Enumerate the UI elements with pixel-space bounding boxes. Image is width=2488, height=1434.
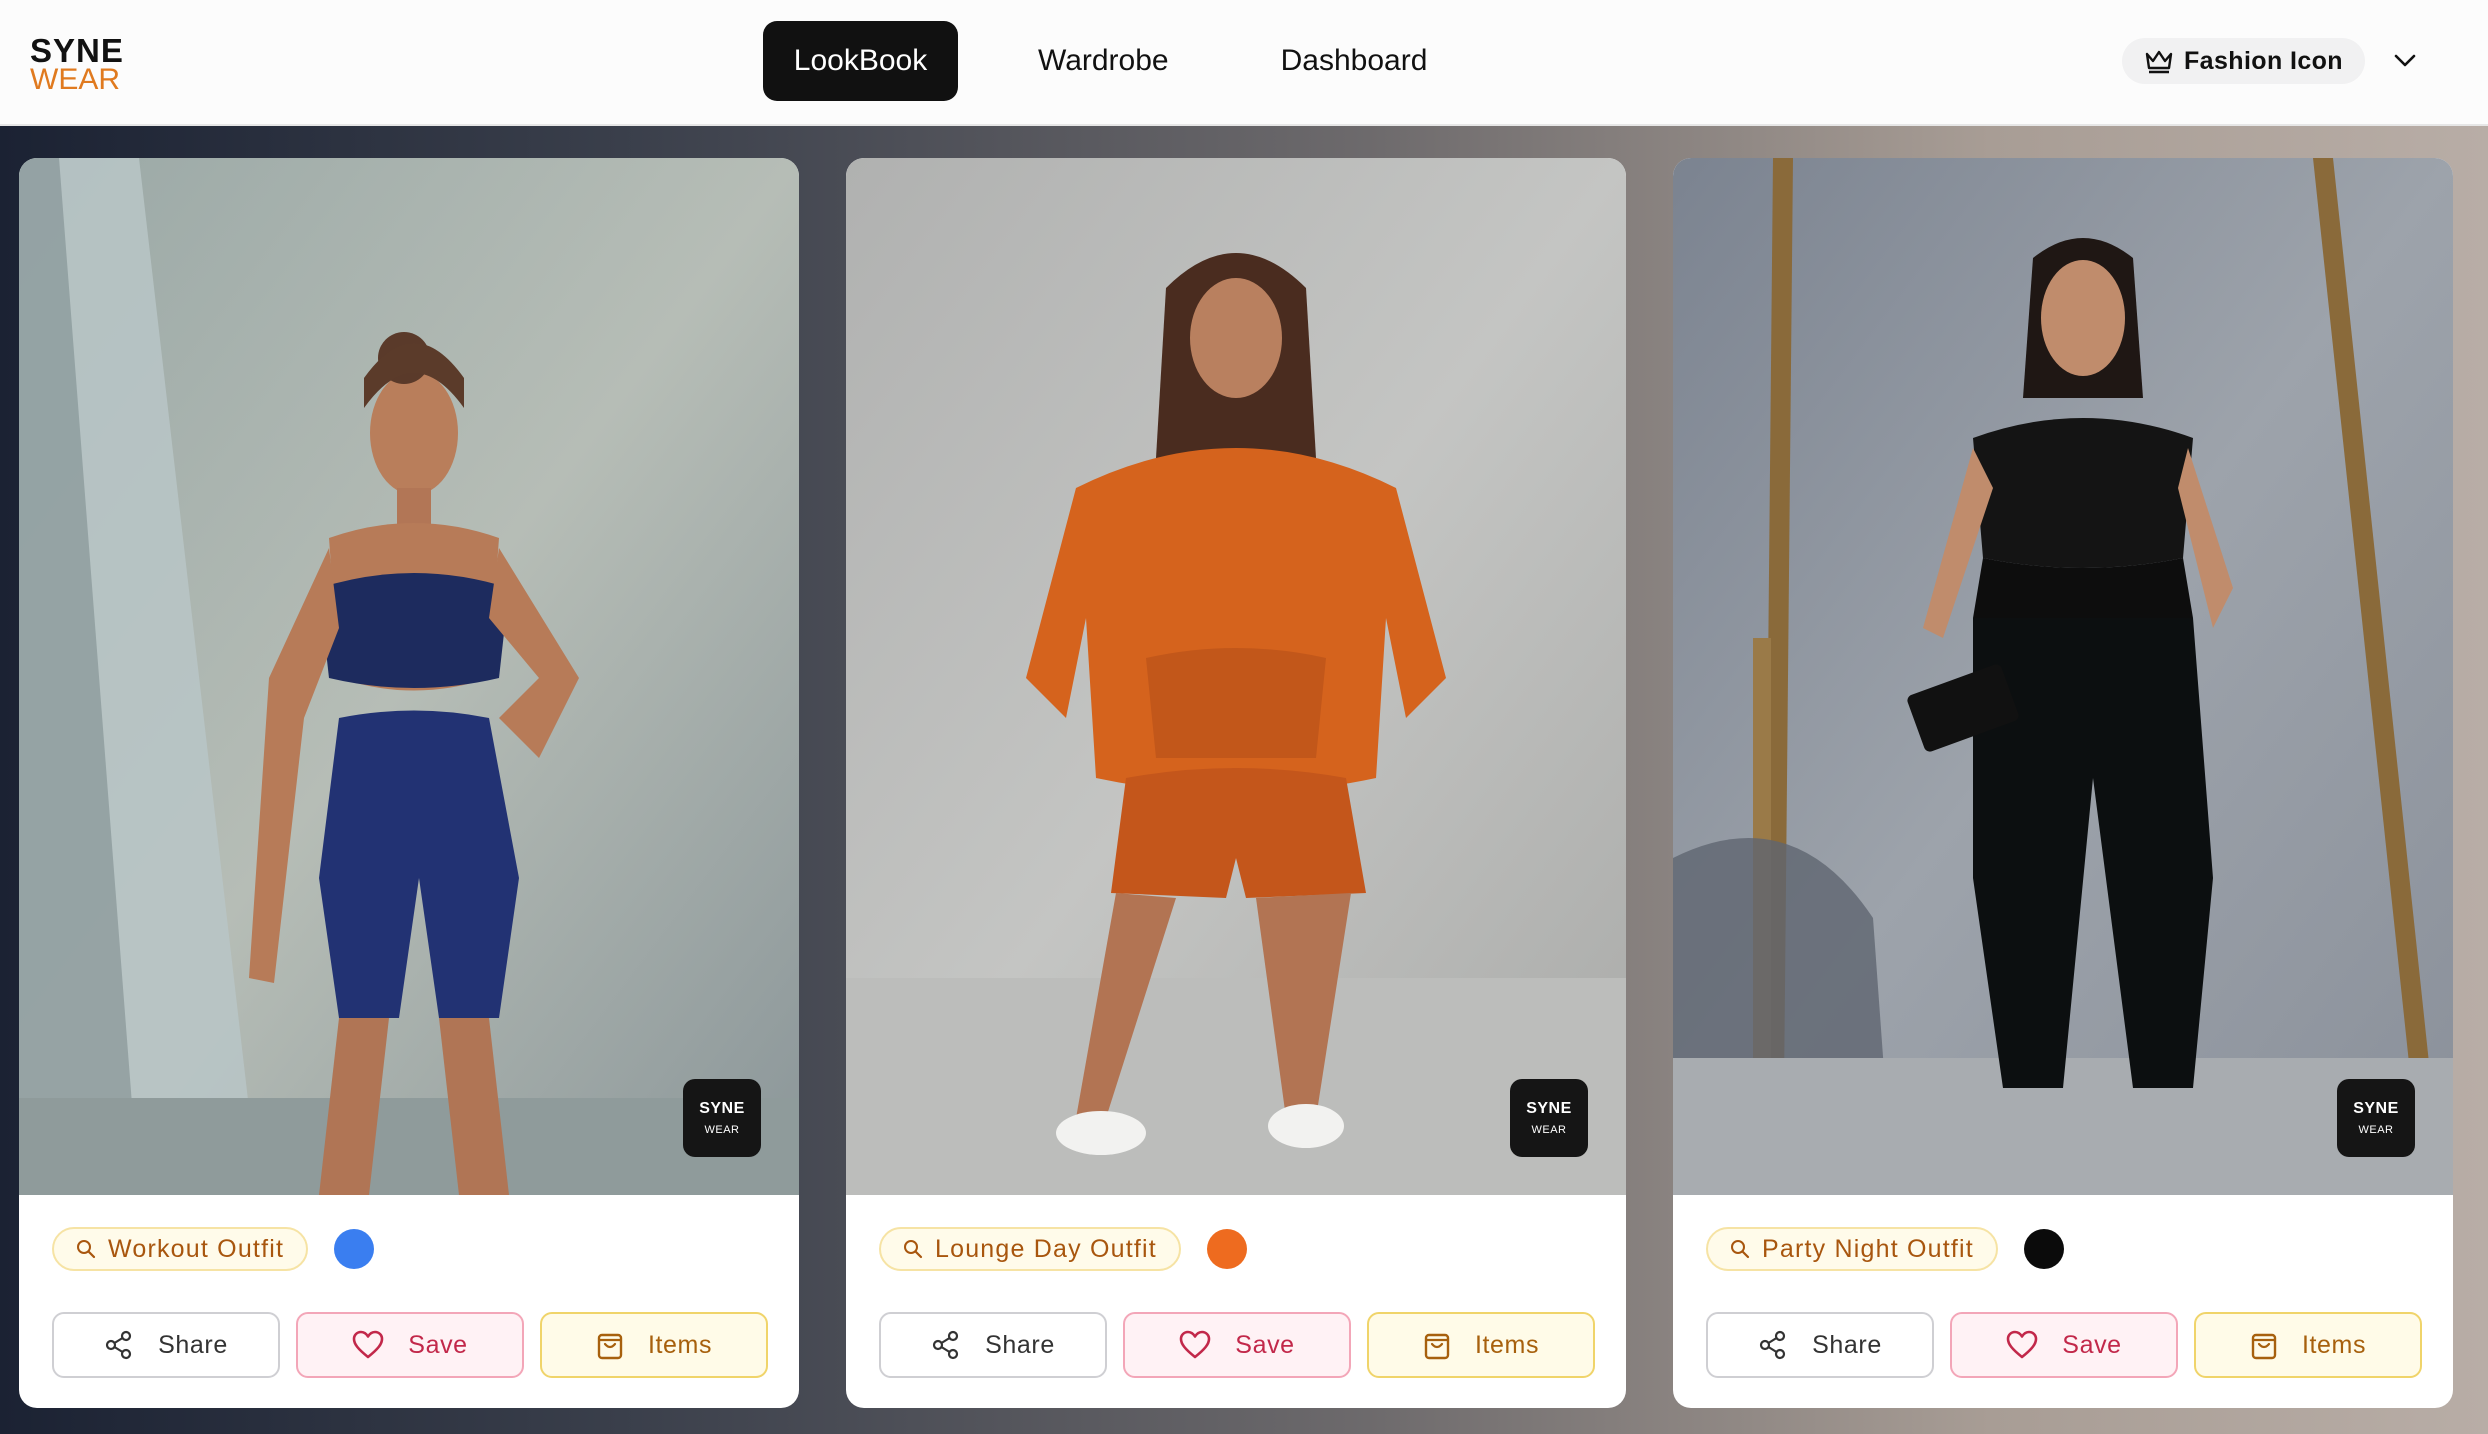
nav-tab-dashboard[interactable]: Dashboard [1249, 21, 1460, 101]
outfit-name-tag[interactable]: Party Night Outfit [1706, 1227, 1998, 1271]
outfit-name: Lounge Day Outfit [935, 1234, 1157, 1263]
search-icon [77, 1240, 96, 1259]
watermark-top: SYNE [2353, 1100, 2399, 1117]
save-label: Save [408, 1330, 468, 1359]
save-label: Save [2062, 1330, 2122, 1359]
outfit-photo-illustration [19, 158, 799, 1195]
main-nav: LookBook Wardrobe Dashboard [763, 21, 1459, 101]
outfit-photo-illustration [1673, 158, 2453, 1195]
share-button[interactable]: Share [1706, 1312, 1934, 1378]
user-menu-toggle[interactable] [2390, 48, 2420, 74]
items-button[interactable]: Items [1367, 1312, 1595, 1378]
outfit-card: SYNE WEAR Party Night Outfit Share Save … [1673, 158, 2453, 1408]
items-button[interactable]: Items [2194, 1312, 2422, 1378]
items-button[interactable]: Items [540, 1312, 768, 1378]
logo-text-top: SYNE [30, 32, 124, 69]
chevron-down-icon [2394, 54, 2416, 67]
save-button[interactable]: Save [1123, 1312, 1351, 1378]
save-button[interactable]: Save [296, 1312, 524, 1378]
outfit-name: Party Night Outfit [1762, 1234, 1974, 1263]
shopping-bag-icon [1424, 1333, 1450, 1360]
card-actions: Share Save Items [879, 1312, 1595, 1378]
nav-tab-lookbook[interactable]: LookBook [763, 21, 958, 101]
nav-tab-wardrobe[interactable]: Wardrobe [1006, 21, 1201, 101]
outfit-tag-row: Party Night Outfit [1706, 1227, 2064, 1271]
share-button[interactable]: Share [52, 1312, 280, 1378]
outfit-name: Workout Outfit [108, 1234, 285, 1263]
watermark-bottom: WEAR [1531, 1124, 1567, 1136]
outfit-card: SYNE WEAR Workout Outfit Share Save Item… [19, 158, 799, 1408]
logo-text-bottom: WEAR [30, 63, 120, 97]
share-label: Share [1812, 1330, 1882, 1359]
card-actions: Share Save Items [52, 1312, 768, 1378]
outfit-photo[interactable]: SYNE WEAR [19, 158, 799, 1195]
outfit-color-swatch [2023, 1229, 2064, 1269]
brand-watermark: SYNE WEAR [1510, 1079, 1588, 1157]
brand-watermark: SYNE WEAR [2337, 1079, 2415, 1157]
outfit-photo[interactable]: SYNE WEAR [846, 158, 1626, 1195]
search-icon [904, 1240, 923, 1259]
brand-watermark: SYNE WEAR [683, 1079, 761, 1157]
items-label: Items [2301, 1330, 2367, 1359]
share-label: Share [985, 1330, 1055, 1359]
user-rank-badge[interactable]: Fashion Icon [2122, 38, 2365, 84]
outfit-card: SYNE WEAR Lounge Day Outfit Share Save I… [846, 158, 1626, 1408]
heart-icon [2006, 1330, 2038, 1359]
watermark-bottom: WEAR [704, 1124, 740, 1136]
items-label: Items [647, 1330, 713, 1359]
shopping-bag-icon [2251, 1333, 2277, 1360]
outfit-tag-row: Lounge Day Outfit [879, 1227, 1247, 1271]
share-button[interactable]: Share [879, 1312, 1107, 1378]
watermark-top: SYNE [1526, 1100, 1572, 1117]
watermark-top: SYNE [699, 1100, 745, 1117]
shopping-bag-icon [597, 1333, 623, 1360]
heart-icon [352, 1330, 384, 1359]
share-label: Share [158, 1330, 228, 1359]
brand-logo[interactable]: SYNE WEAR [30, 32, 124, 97]
share-icon [1760, 1330, 1786, 1360]
outfit-name-tag[interactable]: Workout Outfit [52, 1227, 309, 1271]
outfit-tag-row: Workout Outfit [52, 1227, 375, 1271]
outfit-color-swatch [1206, 1229, 1247, 1269]
heart-icon [1179, 1330, 1211, 1359]
top-nav-bar: SYNE WEAR LookBook Wardrobe Dashboard Fa… [0, 0, 2488, 126]
user-rank-label: Fashion Icon [2184, 46, 2343, 75]
items-label: Items [1474, 1330, 1540, 1359]
share-icon [933, 1330, 959, 1360]
outfit-name-tag[interactable]: Lounge Day Outfit [879, 1227, 1181, 1271]
watermark-bottom: WEAR [2358, 1124, 2394, 1136]
search-icon [1731, 1240, 1750, 1259]
save-button[interactable]: Save [1950, 1312, 2178, 1378]
crown-icon [2145, 50, 2173, 74]
outfit-photo-illustration [846, 158, 1626, 1195]
save-label: Save [1235, 1330, 1295, 1359]
share-icon [106, 1330, 132, 1360]
card-actions: Share Save Items [1706, 1312, 2422, 1378]
outfit-color-swatch [334, 1229, 375, 1269]
outfit-photo[interactable]: SYNE WEAR [1673, 158, 2453, 1195]
